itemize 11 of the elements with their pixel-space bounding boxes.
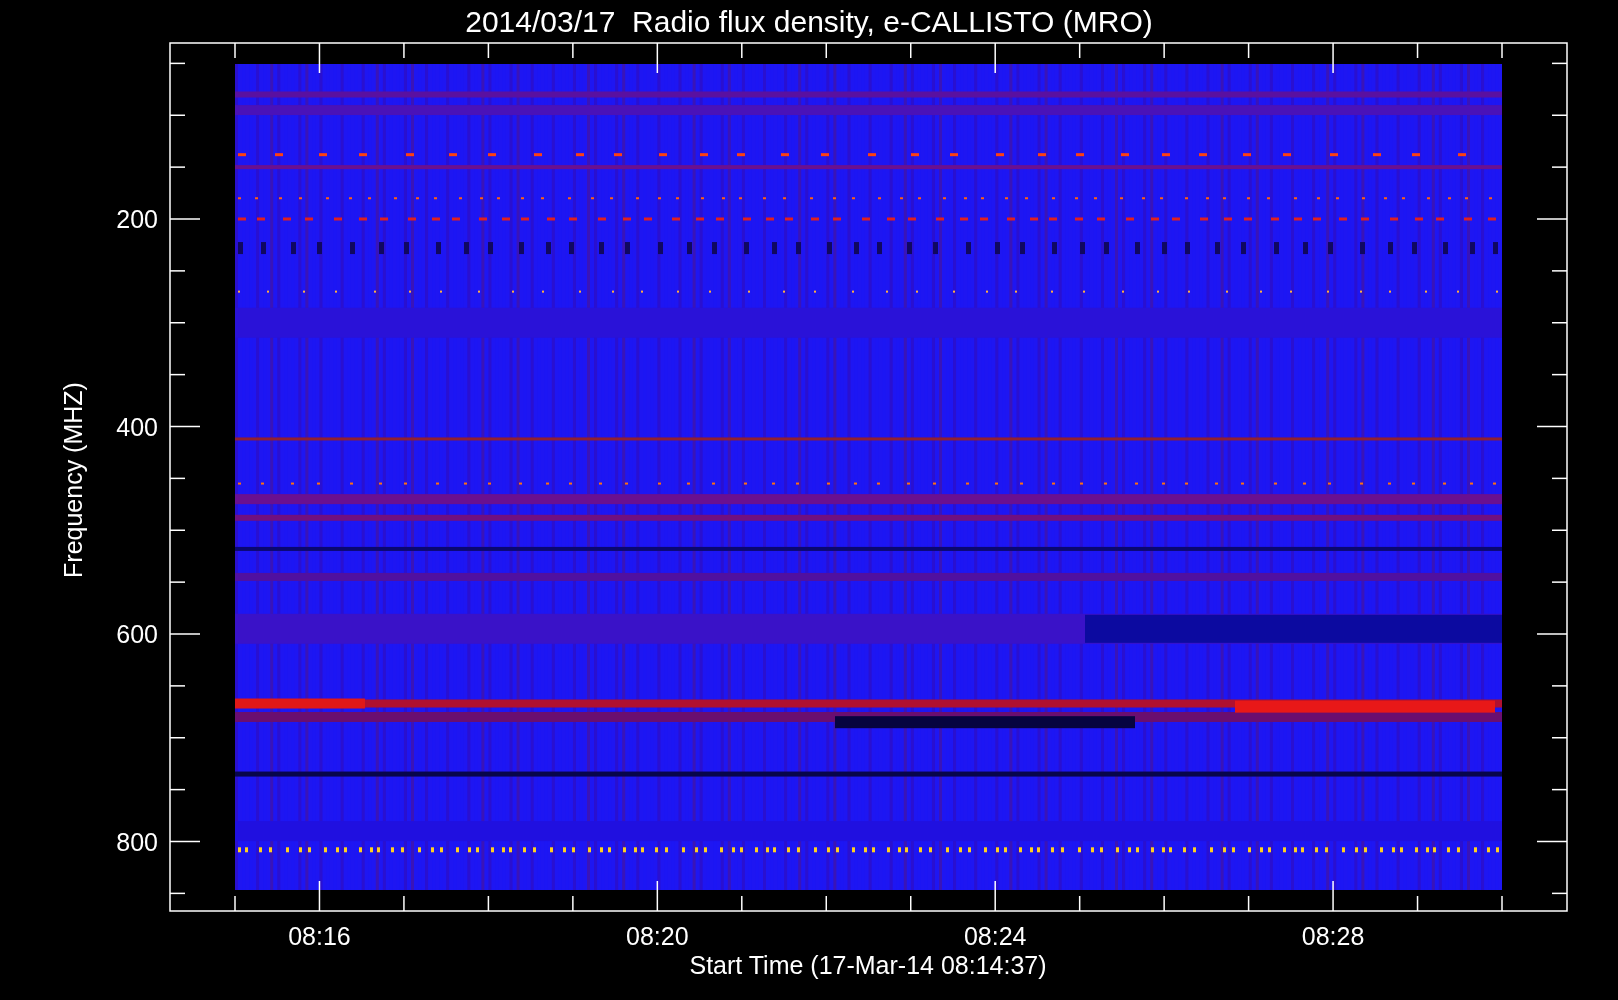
y-tick-label: 200 bbox=[116, 205, 158, 233]
x-axis-label: Start Time (17-Mar-14 08:14:37) bbox=[689, 951, 1047, 979]
x-tick-label: 08:28 bbox=[1301, 922, 1365, 950]
chart-title: 2014/03/17 Radio flux density, e-CALLISTO (MRO) bbox=[465, 5, 1153, 38]
x-tick-label: 08:20 bbox=[626, 922, 689, 950]
y-tick-label: 400 bbox=[116, 412, 158, 441]
y-tick-label: 800 bbox=[116, 827, 158, 856]
y-axis-label: Frequency (MHZ) bbox=[59, 382, 87, 578]
y-tick-label: 600 bbox=[116, 620, 158, 648]
x-tick-label: 08:16 bbox=[288, 922, 351, 950]
x-tick-label: 08:24 bbox=[963, 922, 1027, 950]
